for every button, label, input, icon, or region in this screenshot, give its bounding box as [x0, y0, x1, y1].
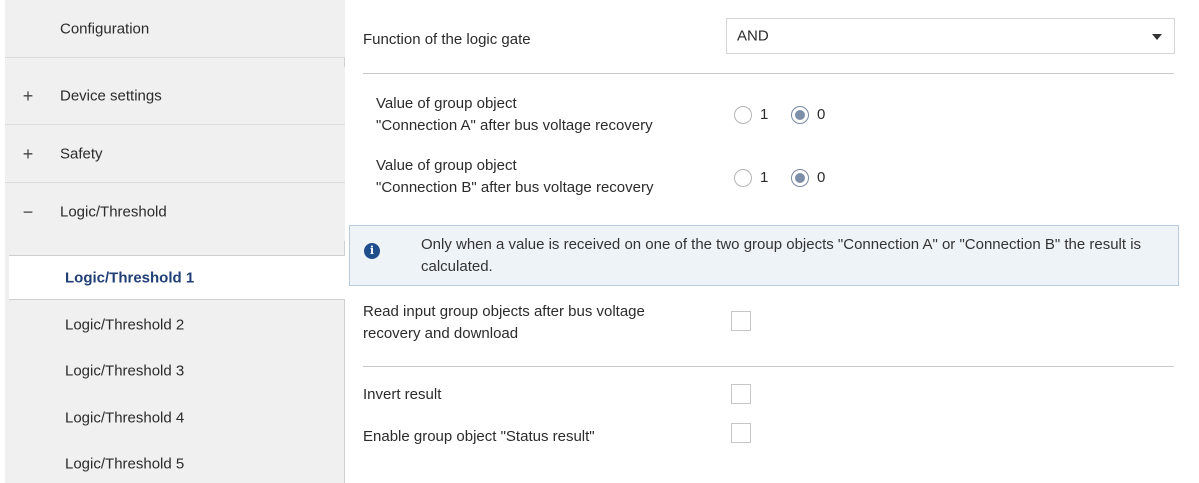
sidebar-item-device-settings[interactable]: + Device settings	[5, 67, 345, 125]
connection-a-label-line2: "Connection A" after bus voltage recover…	[376, 117, 653, 134]
status-result-label: Enable group object "Status result"	[363, 428, 595, 445]
sidebar-item-label: Configuration	[60, 20, 150, 37]
expand-plus-icon[interactable]: +	[21, 87, 35, 105]
chevron-down-icon	[1152, 34, 1162, 40]
read-input-label-line2: recovery and download	[363, 325, 519, 342]
connection-a-label: Value of group object "Connection A" aft…	[376, 93, 653, 137]
sidebar-item-safety[interactable]: + Safety	[5, 125, 345, 183]
sidebar-item-label: Safety	[60, 145, 103, 162]
sidebar-subitem-logic-threshold-3[interactable]: Logic/Threshold 3	[5, 348, 345, 394]
sidebar-subitem-logic-threshold-2[interactable]: Logic/Threshold 2	[5, 302, 345, 348]
invert-result-label: Invert result	[363, 386, 442, 403]
sidebar-subitem-label: Logic/Threshold 4	[65, 409, 185, 427]
function-select-value: AND	[737, 27, 769, 45]
divider	[363, 366, 1174, 367]
sidebar-subitem-logic-threshold-5[interactable]: Logic/Threshold 5	[5, 441, 345, 483]
connection-a-radio-1[interactable]	[734, 106, 752, 124]
connection-a-radio-1-label: 1	[760, 106, 769, 123]
read-input-label-line1: Read input group objects after bus volta…	[363, 303, 645, 320]
collapse-minus-icon[interactable]: −	[21, 203, 35, 221]
sidebar-item-configuration[interactable]: Configuration	[5, 0, 345, 58]
connection-a-label-line1: Value of group object	[376, 95, 517, 112]
connection-b-label-line2: "Connection B" after bus voltage recover…	[376, 179, 654, 196]
sidebar-subitem-label: Logic/Threshold 2	[65, 316, 185, 334]
divider	[363, 73, 1174, 74]
connection-b-radio-0-label: 0	[817, 169, 826, 186]
info-text: Only when a value is received on one of …	[421, 236, 1142, 275]
main-panel: Function of the logic gate AND Value of …	[346, 0, 1199, 483]
sidebar-item-label: Logic/Threshold	[60, 203, 167, 221]
sidebar-subitem-logic-threshold-1[interactable]: Logic/Threshold 1	[9, 255, 345, 300]
function-label: Function of the logic gate	[363, 31, 531, 48]
sidebar-item-label: Device settings	[60, 87, 162, 104]
sidebar: Configuration + Device settings + Safety…	[5, 0, 345, 483]
sidebar-item-logic-threshold[interactable]: − Logic/Threshold	[5, 183, 345, 241]
info-icon: i	[364, 243, 380, 259]
connection-b-radio-0[interactable]	[791, 169, 809, 187]
sidebar-subitem-logic-threshold-4[interactable]: Logic/Threshold 4	[5, 395, 345, 441]
connection-b-label: Value of group object "Connection B" aft…	[376, 155, 653, 199]
selection-pointer-icon	[19, 238, 43, 248]
connection-b-label-line1: Value of group object	[376, 157, 517, 174]
connection-b-radio-1[interactable]	[734, 169, 752, 187]
sidebar-subitem-label: Logic/Threshold 3	[65, 362, 185, 380]
invert-result-checkbox[interactable]	[731, 384, 751, 404]
connection-a-radio-0[interactable]	[791, 106, 809, 124]
read-input-label: Read input group objects after bus volta…	[363, 301, 645, 345]
connection-a-radio-0-label: 0	[817, 106, 826, 123]
info-box: i Only when a value is received on one o…	[349, 225, 1179, 286]
connection-b-radio-1-label: 1	[760, 169, 769, 186]
expand-plus-icon[interactable]: +	[21, 145, 35, 163]
function-select[interactable]: AND	[726, 18, 1175, 54]
sidebar-subitem-label: Logic/Threshold 1	[65, 269, 195, 286]
status-result-checkbox[interactable]	[731, 423, 751, 443]
sidebar-subitem-label: Logic/Threshold 5	[65, 455, 185, 473]
read-input-checkbox[interactable]	[731, 311, 751, 331]
